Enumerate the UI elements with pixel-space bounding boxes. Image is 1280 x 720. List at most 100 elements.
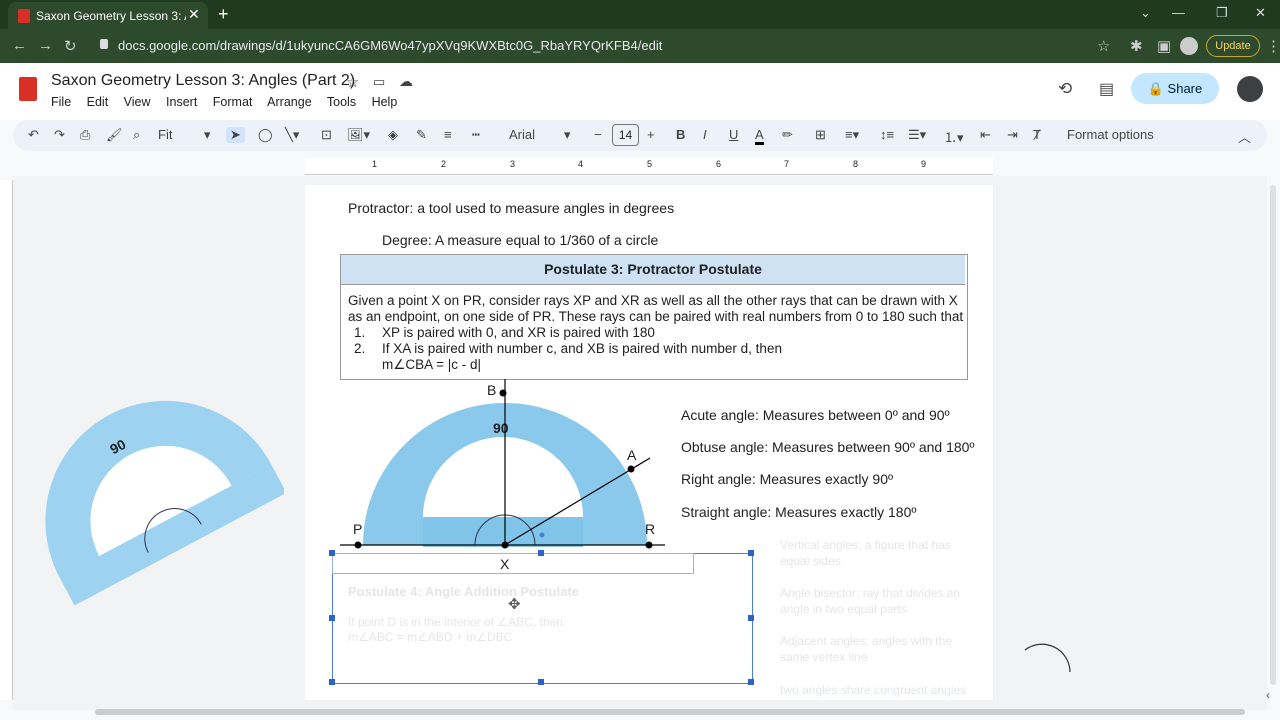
- bold-button[interactable]: B: [676, 127, 685, 142]
- menu-format[interactable]: Format: [213, 95, 253, 109]
- horizontal-scrollbar[interactable]: [95, 709, 1245, 715]
- print-icon[interactable]: ⎙: [80, 127, 90, 143]
- chevron-down-icon[interactable]: ⌄: [1140, 5, 1151, 21]
- degree-definition[interactable]: Degree: A measure equal to 1/360 of a ci…: [382, 232, 658, 248]
- resize-handle[interactable]: [748, 615, 754, 621]
- bulleted-list-icon[interactable]: ☰▾: [908, 127, 926, 143]
- numbered-list-icon[interactable]: ⒈▾: [944, 127, 964, 146]
- postulate-item-1: XP is paired with 0, and XR is paired wi…: [382, 325, 655, 340]
- textbox-tool-icon[interactable]: ⊡: [321, 127, 332, 143]
- highlight-icon[interactable]: ✏: [782, 127, 793, 143]
- insert-comment-icon[interactable]: ⊞: [815, 127, 826, 143]
- line-spacing-icon[interactable]: ↕≡: [880, 127, 894, 142]
- more-menu-icon[interactable]: ⋮: [1266, 37, 1280, 55]
- increase-font-icon[interactable]: +: [647, 127, 655, 142]
- clear-formatting-icon[interactable]: Ⱦ: [1033, 127, 1041, 142]
- label-B: B: [487, 382, 497, 398]
- comments-icon[interactable]: ▤: [1099, 79, 1114, 99]
- faded-right-text-2b: angle in two equal parts: [780, 602, 907, 616]
- zoom-dropdown-icon[interactable]: ▾: [204, 127, 211, 143]
- acute-angle-text[interactable]: Acute angle: Measures between 0º and 90º: [681, 407, 950, 423]
- postulate-line-2: as an endpoint, on one side of PR. These…: [348, 309, 964, 324]
- account-avatar[interactable]: [1237, 76, 1263, 102]
- side-panel-toggle-icon[interactable]: ‹: [1266, 688, 1270, 702]
- decrease-indent-icon[interactable]: ⇤: [980, 127, 991, 143]
- faded-right-text-3b: same vertex line: [780, 650, 868, 664]
- resize-handle[interactable]: [329, 679, 335, 685]
- decrease-font-icon[interactable]: −: [594, 127, 602, 142]
- close-window-icon[interactable]: ✕: [1255, 5, 1266, 21]
- redo-icon[interactable]: ↷: [54, 127, 65, 143]
- underline-button[interactable]: U: [729, 127, 738, 142]
- profile-avatar[interactable]: [1180, 37, 1198, 55]
- zoom-select[interactable]: Fit: [158, 127, 172, 142]
- font-dropdown-icon[interactable]: ▾: [564, 127, 571, 143]
- undo-icon[interactable]: ↶: [28, 127, 39, 143]
- resize-handle[interactable]: [538, 679, 544, 685]
- select-tool-icon[interactable]: ➤: [226, 127, 245, 143]
- resize-handle[interactable]: [748, 679, 754, 685]
- document-title[interactable]: Saxon Geometry Lesson 3: Angles (Part 2): [51, 72, 355, 90]
- ruler-tick: 4: [578, 159, 584, 169]
- ruler-tick: 7: [784, 159, 790, 169]
- reload-icon[interactable]: ↻: [64, 37, 77, 55]
- resize-handle[interactable]: [748, 550, 754, 556]
- arc-shape[interactable]: [1020, 640, 1080, 680]
- obtuse-angle-text[interactable]: Obtuse angle: Measures between 90º and 1…: [681, 439, 975, 455]
- drawings-logo-icon[interactable]: [19, 77, 37, 101]
- new-tab-icon[interactable]: +: [218, 4, 229, 25]
- menu-insert[interactable]: Insert: [166, 95, 197, 109]
- shape-tool-icon[interactable]: ◯: [258, 127, 273, 143]
- text-color-button[interactable]: A: [755, 127, 764, 145]
- maximize-icon[interactable]: ❐: [1216, 5, 1228, 21]
- star-icon[interactable]: ☆: [346, 73, 359, 91]
- version-history-icon[interactable]: ⟲: [1058, 79, 1072, 99]
- resize-handle[interactable]: [329, 615, 335, 621]
- url-bar[interactable]: docs.google.com/drawings/d/1ukyuncCA6GM6…: [88, 33, 1088, 59]
- protractor-image-left[interactable]: 90: [14, 350, 284, 630]
- right-angle-text[interactable]: Right angle: Measures exactly 90º: [681, 471, 893, 487]
- update-button[interactable]: Update: [1206, 35, 1260, 57]
- align-icon[interactable]: ≡▾: [845, 127, 859, 143]
- format-options-button[interactable]: Format options: [1067, 127, 1154, 142]
- bookmark-star-icon[interactable]: ☆: [1097, 37, 1110, 55]
- collapse-toolbar-icon[interactable]: ︿: [1238, 127, 1251, 146]
- back-icon[interactable]: ←: [12, 37, 27, 54]
- increase-indent-icon[interactable]: ⇥: [1007, 127, 1018, 143]
- extensions-icon[interactable]: ✱: [1130, 37, 1143, 55]
- browser-tab[interactable]: Saxon Geometry Lesson 3: Angles ✕: [8, 2, 208, 29]
- vertical-scrollbar[interactable]: [1270, 185, 1276, 685]
- minimize-icon[interactable]: —: [1172, 5, 1185, 20]
- move-folder-icon[interactable]: ▭: [373, 74, 385, 90]
- menu-tools[interactable]: Tools: [327, 95, 356, 109]
- font-size-input[interactable]: 14: [612, 124, 639, 146]
- image-tool-icon[interactable]: 🖼▾: [347, 127, 370, 143]
- label-R: R: [645, 521, 656, 537]
- resize-handle[interactable]: [329, 550, 335, 556]
- label-A: A: [627, 447, 637, 463]
- close-tab-icon[interactable]: ✕: [188, 6, 200, 23]
- italic-button[interactable]: I: [703, 127, 707, 142]
- straight-angle-text[interactable]: Straight angle: Measures exactly 180º: [681, 504, 916, 520]
- line-tool-icon[interactable]: ╲▾: [285, 127, 299, 143]
- ruler-tick: 1: [372, 159, 378, 169]
- share-button[interactable]: 🔒 Share: [1131, 73, 1219, 104]
- forward-icon[interactable]: →: [38, 37, 53, 54]
- fill-color-icon[interactable]: ◈: [388, 127, 398, 143]
- paint-format-icon[interactable]: 🖌: [106, 127, 123, 143]
- border-color-icon[interactable]: ✎: [416, 127, 427, 143]
- resize-handle[interactable]: [538, 550, 544, 556]
- menu-help[interactable]: Help: [372, 95, 398, 109]
- menu-edit[interactable]: Edit: [87, 95, 109, 109]
- sidebar-icon[interactable]: ▣: [1157, 37, 1171, 55]
- protractor-diagram[interactable]: 90: [335, 375, 675, 555]
- protractor-definition[interactable]: Protractor: a tool used to measure angle…: [348, 200, 674, 216]
- border-dash-icon[interactable]: ┅: [472, 127, 480, 143]
- menu-arrange[interactable]: Arrange: [267, 95, 311, 109]
- border-weight-icon[interactable]: ≡: [444, 127, 452, 142]
- menu-bar: File Edit View Insert Format Arrange Too…: [51, 95, 409, 109]
- menu-file[interactable]: File: [51, 95, 71, 109]
- zoom-icon[interactable]: ⌕: [133, 127, 140, 143]
- menu-view[interactable]: View: [124, 95, 151, 109]
- font-select[interactable]: Arial: [509, 127, 535, 142]
